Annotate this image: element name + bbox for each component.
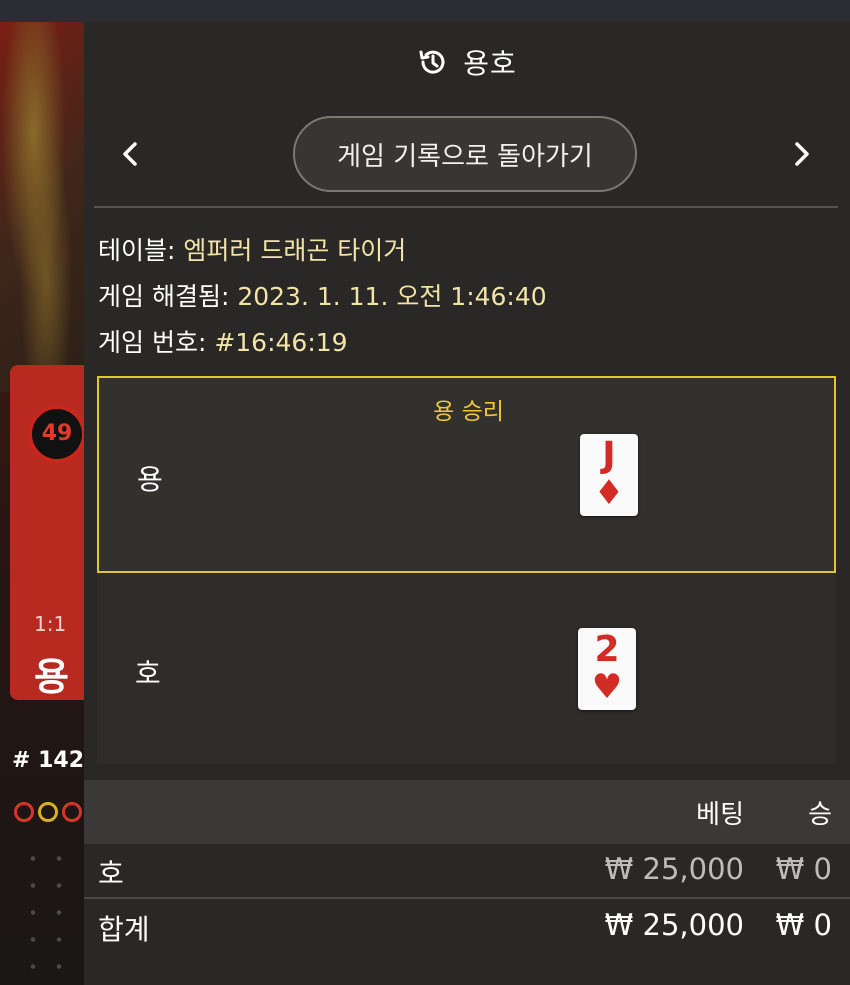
back-to-history-button[interactable]: 게임 기록으로 돌아가기	[293, 116, 637, 192]
game-number-info: 게임 번호: #16:46:19	[98, 328, 348, 357]
panel-header: 용호	[84, 22, 850, 102]
playing-card: 2 ♥	[578, 628, 636, 710]
dragon-bet-label: 용	[34, 655, 69, 699]
dragon-odds: 1:1	[34, 612, 67, 636]
total-win-amount: ₩ 0	[775, 908, 832, 942]
round-number: # 142	[12, 748, 85, 773]
divider	[84, 897, 850, 899]
dragon-result-row: 용 승리 용 J ♦	[97, 376, 836, 573]
bet-row: 호 ₩ 25,000 ₩ 0	[84, 844, 850, 898]
table-info: 테이블: 엠퍼러 드래곤 타이거	[98, 236, 407, 265]
divider	[94, 206, 838, 208]
bet-table-header: 베팅 승	[84, 780, 850, 844]
tiger-result-row: 호 2 ♥	[97, 574, 836, 764]
bet-amount: ₩ 25,000	[604, 852, 744, 886]
page-title: 용호	[463, 47, 517, 80]
chevron-left-icon	[120, 140, 140, 172]
top-bar	[0, 0, 850, 22]
game-info: 테이블: 엠퍼러 드래곤 타이거 게임 해결됨: 2023. 1. 11. 오전…	[98, 228, 547, 366]
chevron-right-icon	[792, 140, 812, 172]
road-dots	[14, 802, 82, 822]
table-name: 엠퍼러 드래곤 타이거	[183, 236, 407, 265]
total-row: 합계 ₩ 25,000 ₩ 0	[84, 900, 850, 954]
next-game-button[interactable]	[780, 134, 824, 178]
tiger-label: 호	[135, 657, 161, 690]
game-history-panel: 용호 게임 기록으로 돌아가기 테이블: 엠퍼러 드래곤 타이거 게임 해결됨:…	[84, 22, 850, 985]
road-dot	[62, 802, 82, 822]
history-navigation: 게임 기록으로 돌아가기	[84, 112, 850, 202]
history-icon	[417, 46, 449, 78]
road-dot	[14, 802, 34, 822]
heart-suit-icon: ♥	[591, 667, 623, 707]
total-label: 합계	[98, 913, 150, 946]
dragon-artwork	[0, 22, 84, 392]
playing-card: J ♦	[580, 434, 638, 516]
win-label: 용 승리	[433, 399, 504, 425]
total-bet-amount: ₩ 25,000	[604, 908, 744, 942]
win-amount: ₩ 0	[775, 852, 832, 886]
road-dot	[38, 802, 58, 822]
resolved-time: 2023. 1. 11. 오전 1:46:40	[237, 282, 547, 311]
road-grid	[20, 845, 80, 985]
column-header-win: 승	[808, 800, 832, 830]
bet-name: 호	[98, 857, 124, 890]
dragon-label: 용	[137, 463, 163, 496]
game-number: #16:46:19	[214, 328, 348, 357]
resolved-time-info: 게임 해결됨: 2023. 1. 11. 오전 1:46:40	[98, 282, 547, 311]
diamond-suit-icon: ♦	[593, 473, 625, 513]
column-header-bet: 베팅	[696, 800, 744, 830]
previous-game-button[interactable]	[108, 134, 152, 178]
dragon-percent-badge: 49	[28, 405, 86, 463]
